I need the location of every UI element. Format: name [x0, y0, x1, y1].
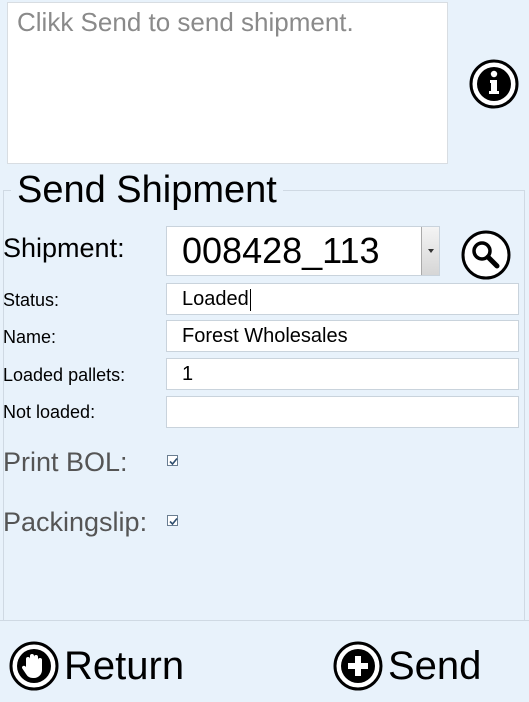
status-field[interactable]: Loaded	[166, 283, 519, 315]
shipment-value: 008428_113	[182, 230, 380, 271]
search-icon[interactable]	[460, 229, 512, 281]
not-loaded-label: Not loaded:	[3, 402, 96, 422]
section-title: Send Shipment	[11, 168, 283, 212]
return-button[interactable]: Return	[8, 638, 198, 694]
dropdown-arrow-icon[interactable]	[421, 227, 439, 275]
shipment-label: Shipment:	[3, 233, 125, 263]
divider	[0, 620, 529, 621]
plus-icon	[333, 641, 383, 691]
send-button[interactable]: Send	[332, 638, 492, 694]
print-bol-checkbox[interactable]	[167, 455, 178, 466]
loaded-pallets-label: Loaded pallets:	[3, 365, 126, 385]
shipment-combobox[interactable]: 008428_113	[166, 226, 440, 276]
packingslip-label: Packingslip:	[3, 507, 148, 537]
status-label: Status:	[3, 290, 60, 310]
loaded-pallets-field[interactable]: 1	[166, 358, 519, 390]
status-value: Loaded	[182, 288, 249, 310]
loaded-pallets-value: 1	[182, 363, 194, 385]
text-cursor	[249, 288, 251, 311]
not-loaded-field[interactable]	[166, 396, 519, 428]
return-label: Return	[64, 644, 185, 688]
message-box: Clikk Send to send shipment.	[7, 2, 448, 164]
send-label: Send	[388, 644, 482, 688]
message-text: Clikk Send to send shipment.	[17, 7, 354, 37]
name-label: Name:	[3, 327, 57, 347]
name-field[interactable]: Forest Wholesales	[166, 320, 519, 352]
info-icon[interactable]	[468, 58, 520, 110]
packingslip-checkbox[interactable]	[167, 515, 178, 526]
name-value: Forest Wholesales	[182, 325, 348, 347]
print-bol-label: Print BOL:	[3, 447, 128, 477]
stop-hand-icon	[9, 641, 59, 691]
